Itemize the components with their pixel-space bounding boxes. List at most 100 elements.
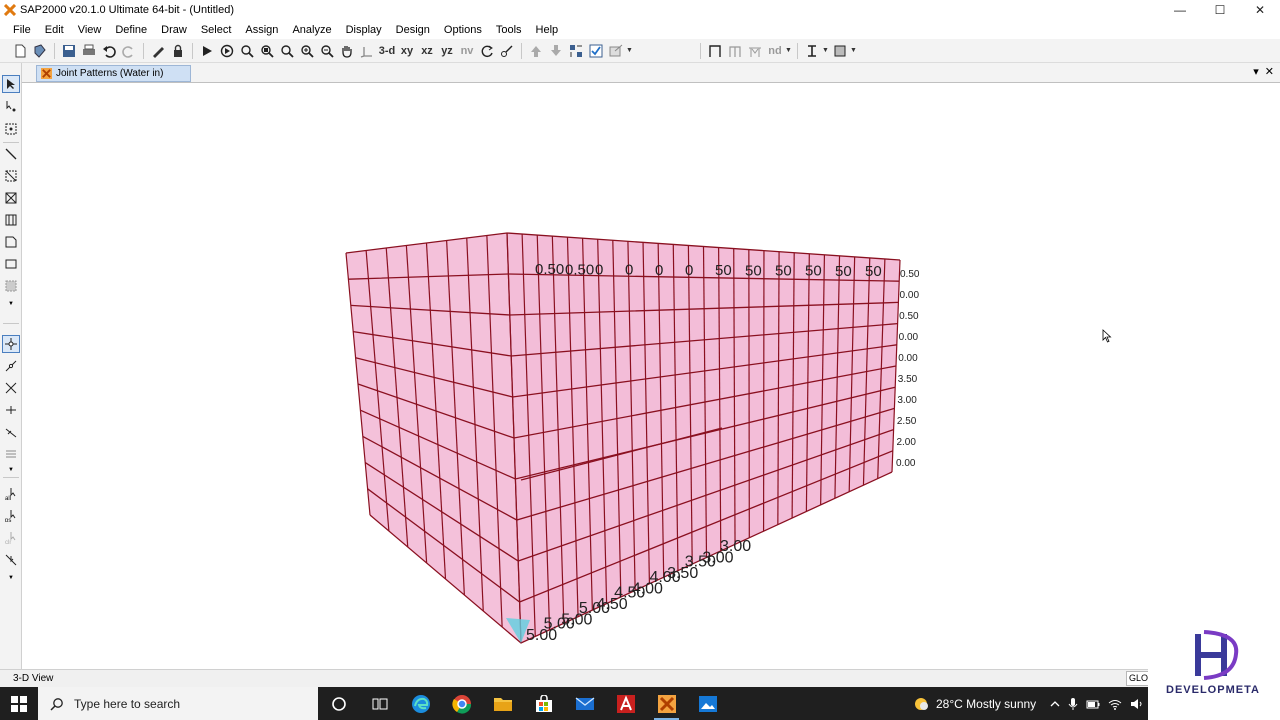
battery-icon[interactable] (1086, 698, 1100, 710)
show-forces-icon[interactable] (606, 41, 626, 61)
intersecting-line-select-icon[interactable] (2, 551, 20, 569)
zoom-out-icon[interactable] (317, 41, 337, 61)
file-explorer-icon[interactable] (482, 687, 523, 720)
set-display-icon[interactable] (566, 41, 586, 61)
quick-draw-frame-icon[interactable] (2, 167, 20, 185)
menu-tools[interactable]: Tools (489, 24, 529, 36)
weather-text[interactable]: 28°C Mostly sunny (936, 697, 1036, 711)
zoom-default-icon[interactable] (257, 41, 277, 61)
cortana-icon[interactable] (318, 687, 359, 720)
draw-rect-area-icon[interactable] (2, 255, 20, 273)
move-up-icon[interactable] (526, 41, 546, 61)
draw-brace-icon[interactable] (745, 41, 765, 61)
tab-list-chevron-icon[interactable]: ▾ (1253, 65, 1259, 78)
mail-icon[interactable] (564, 687, 605, 720)
menu-design[interactable]: Design (389, 24, 437, 36)
menu-draw[interactable]: Draw (154, 24, 194, 36)
maximize-button[interactable]: ☐ (1200, 0, 1240, 20)
pointer-select-icon[interactable] (2, 75, 20, 93)
dropdown-caret-icon[interactable]: ▼ (626, 47, 634, 54)
microphone-icon[interactable] (1068, 697, 1078, 711)
taskbar-search-box[interactable]: Type here to search (38, 687, 318, 720)
select-all-icon[interactable]: all (2, 485, 20, 503)
sap2000-taskbar-icon[interactable] (646, 687, 687, 720)
draw-poly-area-icon[interactable] (2, 233, 20, 251)
view-yz-button[interactable]: yz (437, 41, 457, 61)
joint-patterns-model-svg[interactable]: 0.50 0.50 0 0 0 0 50 50 50 50 50 505.005.005.005.00… (22, 83, 1280, 669)
menu-file[interactable]: File (6, 24, 38, 36)
snap-line-icon[interactable] (2, 423, 20, 441)
run-analysis-icon[interactable] (197, 41, 217, 61)
quick-draw-secondary-icon[interactable] (2, 211, 20, 229)
task-view-icon[interactable] (359, 687, 400, 720)
autocad-icon[interactable] (605, 687, 646, 720)
dropdown-caret-icon[interactable]: ▼ (822, 47, 830, 54)
snap-points-icon[interactable] (2, 335, 20, 353)
dropdown-caret-icon[interactable]: ▼ (2, 569, 20, 587)
draw-frame-grid-icon[interactable] (725, 41, 745, 61)
redo-icon[interactable] (119, 41, 139, 61)
view-axes-icon[interactable] (357, 41, 377, 61)
dropdown-caret-icon[interactable]: ▼ (850, 47, 858, 54)
reshape-icon[interactable] (2, 97, 20, 115)
zoom-window-icon[interactable] (237, 41, 257, 61)
open-icon[interactable] (30, 41, 50, 61)
dropdown-caret-icon[interactable]: ▼ (2, 295, 20, 313)
menu-options[interactable]: Options (437, 24, 489, 36)
lock-icon[interactable] (168, 41, 188, 61)
coordinate-system-dropdown[interactable]: GLOBAL (1126, 671, 1150, 686)
run-now-icon[interactable] (217, 41, 237, 61)
zoom-in-icon[interactable] (297, 41, 317, 61)
check-model-icon[interactable] (586, 41, 606, 61)
menu-display[interactable]: Display (339, 24, 389, 36)
select-previous-icon[interactable]: ps (2, 507, 20, 525)
area-section-icon[interactable] (830, 41, 850, 61)
model-viewport-3d[interactable]: 0.50 0.50 0 0 0 0 50 50 50 50 50 50 5.00 5.00 5.00 5.00… (22, 83, 1280, 669)
menu-view[interactable]: View (71, 24, 109, 36)
edge-browser-icon[interactable] (400, 687, 441, 720)
print-icon[interactable] (79, 41, 99, 61)
menu-define[interactable]: Define (108, 24, 154, 36)
close-view-icon[interactable]: ✕ (1265, 65, 1274, 78)
minimize-button[interactable]: — (1160, 0, 1200, 20)
move-down-icon[interactable] (546, 41, 566, 61)
menu-help[interactable]: Help (529, 24, 566, 36)
draw-pencil-icon[interactable] (148, 41, 168, 61)
menu-edit[interactable]: Edit (38, 24, 71, 36)
dropdown-caret-icon[interactable]: ▼ (785, 47, 793, 54)
draw-line-icon[interactable] (2, 145, 20, 163)
microsoft-store-icon[interactable] (523, 687, 564, 720)
clear-selection-icon[interactable]: clr (2, 529, 20, 547)
view-xz-button[interactable]: xz (417, 41, 437, 61)
tab-joint-patterns[interactable]: Joint Patterns (Water in) (36, 65, 191, 82)
view-nv-button[interactable]: nv (457, 41, 477, 61)
close-button[interactable]: ✕ (1240, 0, 1280, 20)
quick-draw-area-icon[interactable] (2, 277, 20, 295)
new-model-icon[interactable] (10, 41, 30, 61)
photos-app-icon[interactable] (687, 687, 728, 720)
start-button[interactable] (0, 687, 38, 720)
perspective-icon[interactable] (497, 41, 517, 61)
draw-frame-icon[interactable] (705, 41, 725, 61)
chevron-up-icon[interactable] (1050, 699, 1060, 709)
menu-assign[interactable]: Assign (238, 24, 285, 36)
snap-perpendicular-icon[interactable] (2, 401, 20, 419)
volume-icon[interactable] (1130, 698, 1144, 710)
nd-button[interactable]: nd (765, 41, 785, 61)
draw-joint-icon[interactable] (2, 120, 20, 138)
menu-select[interactable]: Select (194, 24, 239, 36)
zoom-restore-icon[interactable] (277, 41, 297, 61)
menu-analyze[interactable]: Analyze (285, 24, 338, 36)
save-icon[interactable] (59, 41, 79, 61)
snap-midpoint-icon[interactable] (2, 357, 20, 375)
snap-intersection-icon[interactable] (2, 379, 20, 397)
quick-draw-brace-icon[interactable] (2, 189, 20, 207)
undo-icon[interactable] (99, 41, 119, 61)
rotate-view-icon[interactable] (477, 41, 497, 61)
view-3d-button[interactable]: 3-d (377, 41, 397, 61)
wifi-icon[interactable] (1108, 698, 1122, 710)
view-xy-button[interactable]: xy (397, 41, 417, 61)
pan-hand-icon[interactable] (337, 41, 357, 61)
section-i-icon[interactable] (802, 41, 822, 61)
chrome-browser-icon[interactable] (441, 687, 482, 720)
